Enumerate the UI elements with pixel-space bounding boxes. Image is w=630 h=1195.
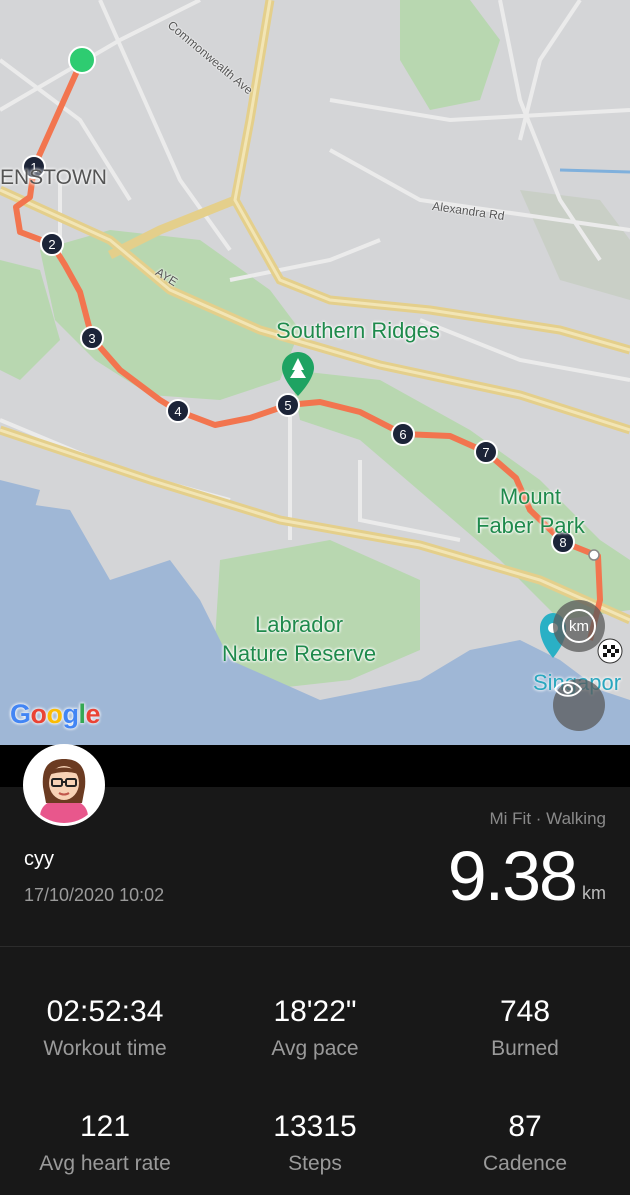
google-logo: Google [10, 699, 101, 729]
stat-avg-pace: 18'22" Avg pace [210, 995, 420, 1061]
km-marker: 7 [474, 440, 498, 464]
stat-label: Steps [288, 1152, 342, 1175]
unit-toggle-label: km [562, 609, 596, 643]
label-labrador: Labrador Nature Reserve [222, 612, 377, 666]
avatar-image [26, 747, 102, 823]
park-area [400, 0, 500, 110]
park-area [520, 190, 630, 300]
finish-flag-icon [597, 638, 623, 664]
stat-burned: 748 Burned [420, 995, 630, 1061]
route-map[interactable]: 12345678 Southern Ridges Mount Faber Par… [0, 0, 630, 745]
stat-label: Burned [491, 1037, 559, 1060]
park-area [40, 230, 300, 400]
km-marker: 3 [80, 326, 104, 350]
start-marker [68, 46, 96, 74]
label-southern-ridges: Southern Ridges [276, 318, 440, 343]
label-mount-faber: Mount Faber Park [476, 484, 585, 538]
stat-cadence: 87 Cadence [420, 1110, 630, 1176]
stat-label: Avg pace [271, 1037, 359, 1060]
canal [559, 168, 630, 174]
label-queenstown: ENSTOWN [0, 166, 107, 189]
stat-value: 18'22" [273, 995, 357, 1028]
distance-value: 9.38 [447, 837, 578, 915]
stat-value: 748 [499, 995, 551, 1028]
eye-icon [553, 681, 583, 697]
view-toggle-button[interactable] [553, 679, 605, 731]
unit-toggle-button[interactable]: km [553, 600, 605, 652]
workout-datetime: 17/10/2020 10:02 [24, 885, 165, 905]
km-marker: 4 [166, 399, 190, 423]
stat-workout-time: 02:52:34 Workout time [0, 995, 210, 1061]
workout-source: Mi Fit · Walking [489, 809, 607, 828]
stat-steps: 13315 Steps [210, 1110, 420, 1176]
km-marker: 2 [40, 232, 64, 256]
stat-value: 121 [79, 1110, 131, 1143]
stat-value: 87 [508, 1110, 542, 1143]
stat-value: 02:52:34 [46, 995, 164, 1028]
username: cyy [24, 848, 54, 870]
km-marker: 5 [276, 393, 300, 417]
stat-label: Workout time [43, 1037, 167, 1060]
avatar[interactable] [23, 744, 105, 826]
stat-label: Cadence [482, 1152, 568, 1175]
km-marker: 6 [391, 422, 415, 446]
stat-label: Avg heart rate [39, 1152, 171, 1175]
distance-unit: km [582, 883, 606, 903]
stat-avg-heart-rate: 121 Avg heart rate [0, 1110, 210, 1176]
stat-value: 13315 [273, 1110, 357, 1143]
end-dot [588, 549, 600, 561]
